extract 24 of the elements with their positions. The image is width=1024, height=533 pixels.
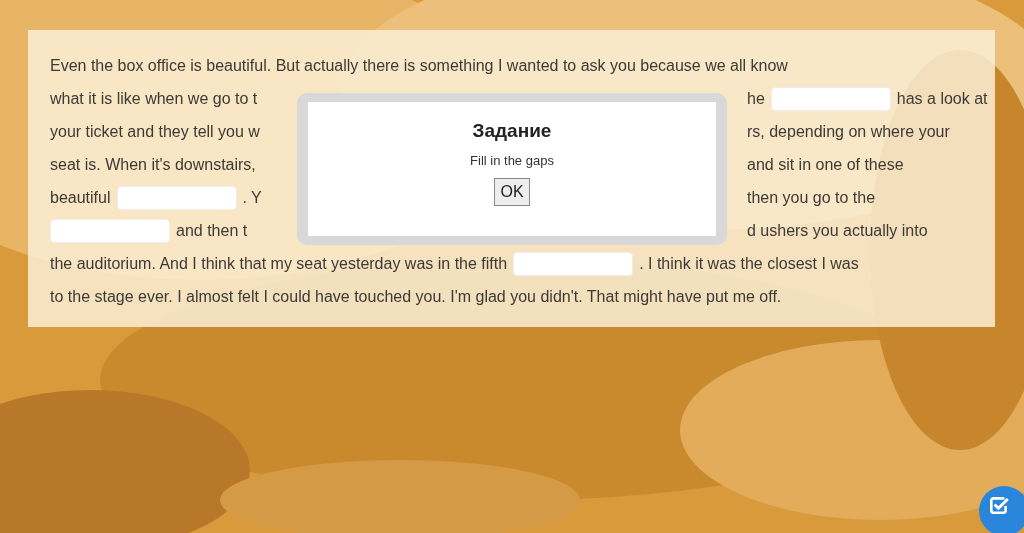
dialog-title: Задание — [472, 120, 552, 142]
checkbox-icon — [988, 494, 1010, 516]
passage-text: then you go to the — [747, 188, 876, 207]
passage-text: the auditorium. And I think that my seat yesterday was in the fifth — [50, 254, 508, 273]
passage-text: seat is. When it's downstairs, — [50, 155, 256, 174]
passage-text: beautiful — [50, 188, 111, 207]
gap-field[interactable] — [513, 251, 634, 276]
passage-text: what it is like when we go to t — [50, 89, 258, 108]
gap-field[interactable] — [116, 185, 237, 210]
gap-field[interactable] — [770, 86, 891, 111]
ok-button[interactable]: OK — [494, 178, 530, 206]
passage-text: d ushers you actually into — [747, 221, 928, 240]
passage-text: your ticket and they tell you w — [50, 122, 260, 141]
passage-text: rs, depending on where your — [747, 122, 950, 141]
passage-text: and sit in one of these — [747, 155, 904, 174]
passage-text: has a look at — [896, 89, 988, 108]
dialog-message: Fill in the gaps — [470, 153, 554, 168]
passage-text: he — [747, 89, 765, 108]
passage-text: . Y — [242, 188, 262, 207]
passage-text: Even the box office is beautiful. But actually there is something I wanted to ask you because we all know — [50, 56, 788, 75]
passage-text: to the stage ever. I almost felt I could have touched you. I'm glad you didn't. That might have put me off. — [50, 287, 782, 306]
gap-field[interactable] — [50, 218, 170, 243]
passage-text: and then t — [176, 221, 248, 240]
passage-text: . I think it was the closest I was — [639, 254, 859, 273]
